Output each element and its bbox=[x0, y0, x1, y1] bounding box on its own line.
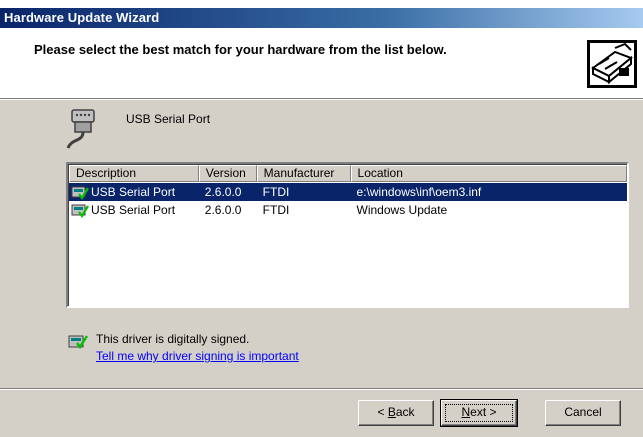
row-version: 2.6.0.0 bbox=[204, 185, 242, 199]
signed-driver-icon bbox=[68, 335, 88, 350]
column-header-manufacturer[interactable]: Manufacturer bbox=[256, 165, 351, 182]
table-row[interactable]: USB Serial Port 2.6.0.0 FTDI Windows Upd… bbox=[69, 201, 627, 219]
device-name: USB Serial Port bbox=[126, 112, 211, 126]
row-version: 2.6.0.0 bbox=[204, 203, 242, 217]
list-header: Description Version Manufacturer Locatio… bbox=[69, 165, 627, 182]
driver-list[interactable]: Description Version Manufacturer Locatio… bbox=[66, 162, 629, 308]
signing-status: This driver is digitally signed. bbox=[96, 332, 250, 346]
window-title: Hardware Update Wizard bbox=[4, 10, 160, 25]
hardware-wizard-icon bbox=[585, 38, 639, 90]
wizard-footer: < Back Next > Cancel bbox=[0, 390, 643, 437]
top-strip bbox=[0, 0, 643, 8]
signed-driver-icon bbox=[71, 186, 89, 200]
wizard-body: USB Serial Port Description Version Manu… bbox=[0, 100, 643, 388]
wizard-header: Please select the best match for your ha… bbox=[0, 28, 643, 98]
column-header-version[interactable]: Version bbox=[198, 165, 257, 182]
back-button[interactable]: < Back bbox=[358, 400, 434, 426]
page-heading: Please select the best match for your ha… bbox=[34, 42, 447, 57]
row-manufacturer: FTDI bbox=[262, 203, 290, 217]
table-row[interactable]: USB Serial Port 2.6.0.0 FTDI e:\windows\… bbox=[69, 183, 627, 201]
row-manufacturer: FTDI bbox=[262, 185, 290, 199]
row-location: e:\windows\inf\oem3.inf bbox=[356, 185, 482, 199]
next-button[interactable]: Next > bbox=[440, 399, 518, 427]
row-description: USB Serial Port bbox=[91, 203, 176, 217]
cancel-button[interactable]: Cancel bbox=[545, 400, 621, 426]
serial-port-icon bbox=[66, 109, 95, 149]
column-header-location[interactable]: Location bbox=[350, 165, 627, 182]
signed-driver-icon bbox=[71, 204, 89, 218]
driver-signing-link[interactable]: Tell me why driver signing is important bbox=[96, 349, 299, 363]
row-location: Windows Update bbox=[356, 203, 448, 217]
row-description: USB Serial Port bbox=[91, 185, 176, 199]
column-header-description[interactable]: Description bbox=[69, 165, 199, 182]
title-bar[interactable]: Hardware Update Wizard bbox=[0, 8, 643, 28]
